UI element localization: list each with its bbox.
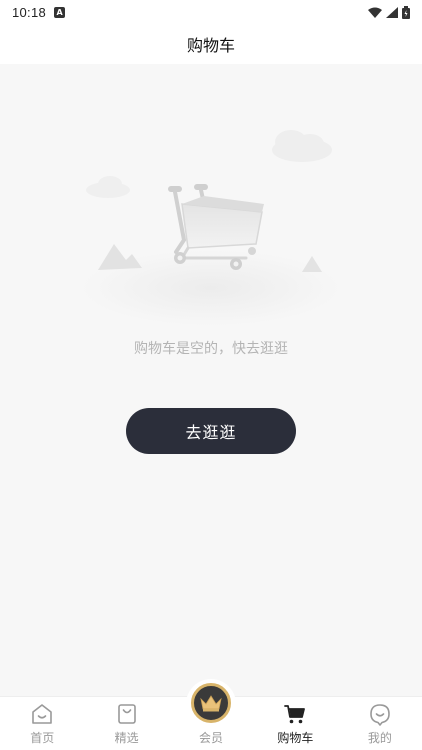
tab-label: 我的 (367, 731, 392, 745)
cloud-right-icon (272, 130, 332, 162)
tab-home[interactable]: 首页 (0, 697, 84, 750)
home-smile-icon (29, 701, 55, 727)
crown-icon (191, 683, 232, 723)
tab-featured[interactable]: 精选 (84, 697, 168, 750)
tab-member[interactable]: 会员 (169, 679, 253, 750)
tab-cart[interactable]: 购物车 (253, 697, 337, 750)
header: 购物车 (0, 24, 422, 64)
page-title: 购物车 (186, 36, 235, 55)
status-icons (368, 5, 410, 19)
status-time: 10:18 (12, 4, 47, 20)
tab-profile[interactable]: 我的 (338, 697, 422, 750)
cloud-left-icon (86, 176, 130, 198)
empty-cart-message: 购物车是空的，快去逛逛 (134, 341, 288, 357)
notification-icon: A (54, 6, 66, 18)
wifi-icon (368, 7, 382, 18)
shopping-bag-icon (114, 701, 140, 727)
battery-icon (402, 5, 410, 19)
tab-label: 会员 (199, 731, 224, 745)
tab-label: 购物车 (277, 731, 314, 745)
cart-icon (282, 701, 308, 727)
empty-cart-illustration (81, 130, 341, 326)
status-bar: 10:18 A (0, 0, 422, 24)
bottom-tab-bar: 首页 精选 会员 购物车 我的 (0, 679, 422, 750)
tab-label: 精选 (114, 731, 139, 745)
go-shopping-button[interactable]: 去逛逛 (126, 408, 296, 454)
signal-icon (386, 6, 398, 18)
mountain-left-icon (98, 244, 142, 270)
tab-label: 首页 (30, 731, 55, 745)
profile-face-icon (367, 701, 393, 727)
